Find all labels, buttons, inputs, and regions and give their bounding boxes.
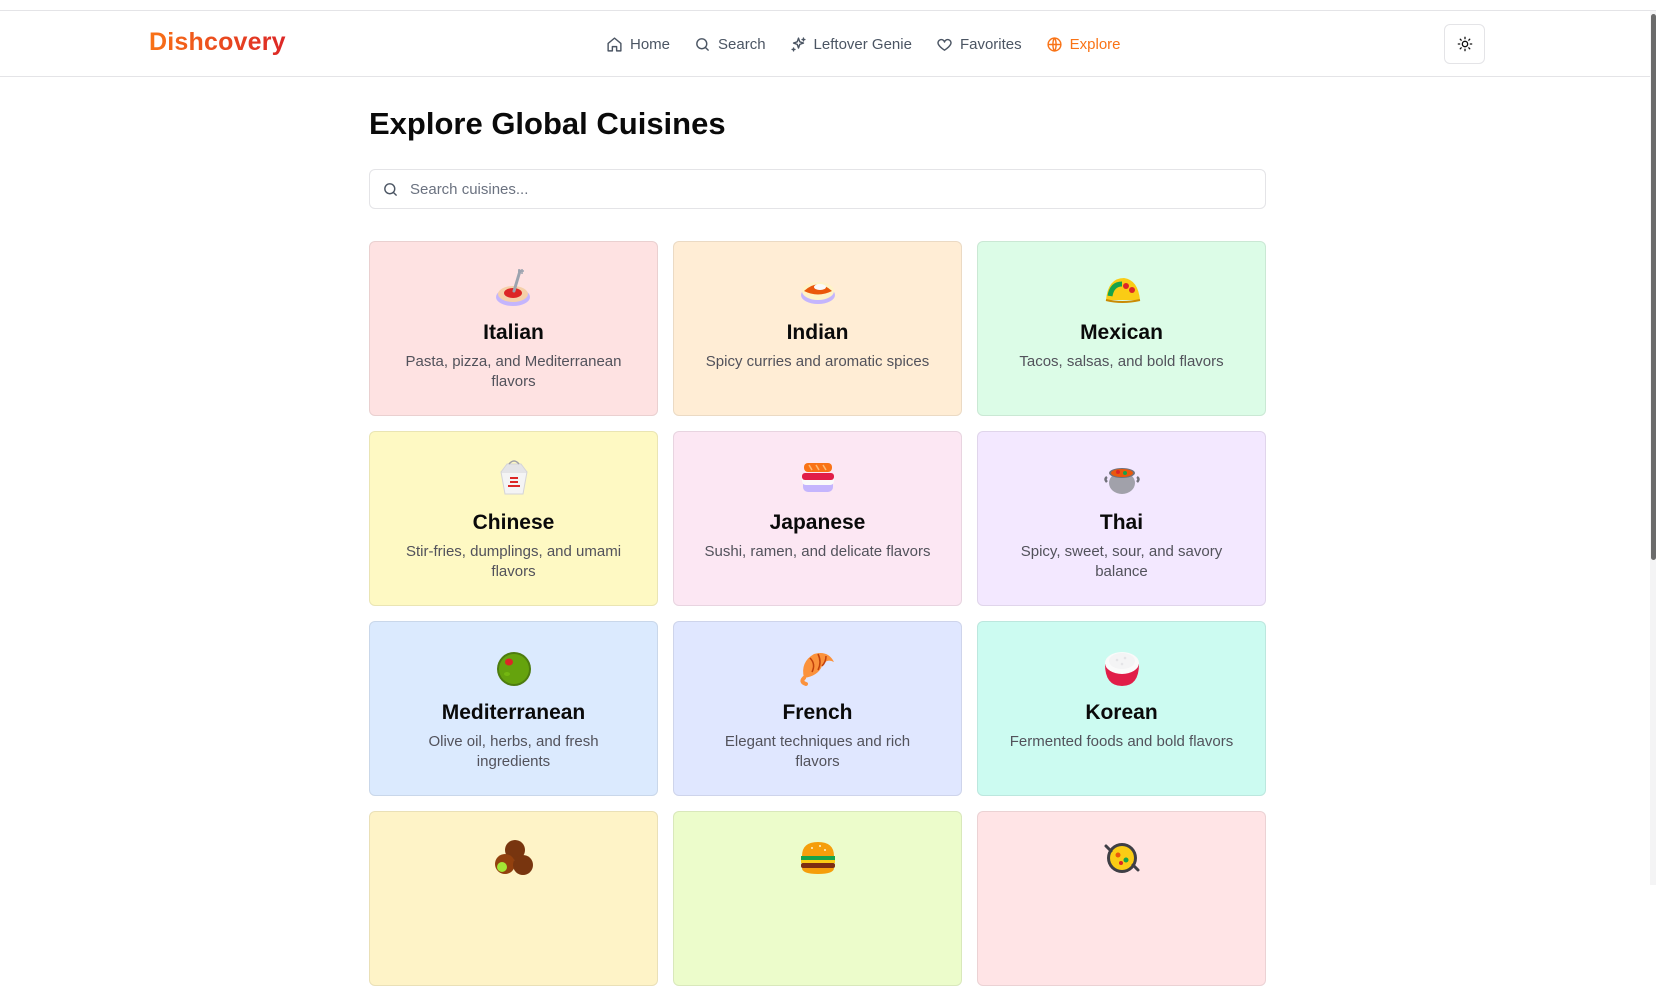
cuisine-name: Italian	[483, 321, 544, 344]
cuisine-description: Fermented foods and bold flavors	[1009, 733, 1234, 750]
nav-item-label: Leftover Genie	[813, 35, 912, 53]
browser-top-edge	[0, 0, 1656, 11]
nav-item-label: Favorites	[959, 35, 1022, 53]
cuisine-card-mexican[interactable]: Mexican Tacos, salsas, and bold flavors	[977, 241, 1266, 416]
cuisine-name: Korean	[1085, 701, 1158, 724]
cuisine-card-japanese[interactable]: Japanese Sushi, ramen, and delicate flav…	[673, 431, 962, 606]
cuisine-name: Mexican	[1080, 321, 1163, 344]
cuisine-name: Indian	[786, 321, 849, 344]
hamburger-icon	[674, 836, 961, 880]
cuisine-search-box	[369, 169, 1266, 209]
sun-icon	[1457, 36, 1472, 52]
sparkles-icon	[790, 36, 806, 52]
theme-toggle-button[interactable]	[1444, 24, 1485, 64]
croissant-icon	[674, 646, 961, 690]
pot-of-food-icon	[978, 456, 1265, 500]
nav-item-explore[interactable]: Explore	[1046, 36, 1121, 53]
cuisine-description: Spicy curries and aromatic spices	[705, 353, 930, 370]
page-title: Explore Global Cuisines	[369, 106, 726, 141]
nav-item-search[interactable]: Search	[694, 36, 766, 53]
cuisine-description: Spicy, sweet, sour, and savory balance	[1020, 543, 1223, 580]
cuisine-search-input[interactable]	[410, 170, 1250, 208]
cuisine-card-indian[interactable]: Indian Spicy curries and aromatic spices	[673, 241, 962, 416]
app-header: Dishcovery Home Search Leftover Genie Fa…	[0, 11, 1656, 77]
nav-item-home[interactable]: Home	[606, 36, 670, 53]
search-icon	[696, 37, 709, 51]
search-icon	[384, 183, 397, 196]
nav-item-label: Explore	[1069, 35, 1121, 53]
nav-item-leftover-genie[interactable]: Leftover Genie	[790, 36, 912, 53]
cuisine-description: Pasta, pizza, and Mediterranean flavors	[405, 353, 622, 390]
nav-item-label: Search	[718, 35, 766, 53]
rice-bowl-icon	[978, 646, 1265, 690]
cuisine-card-italian[interactable]: Italian Pasta, pizza, and Mediterranean …	[369, 241, 658, 416]
globe-icon	[1047, 36, 1062, 52]
cuisine-card-mediterranean[interactable]: Mediterranean Olive oil, herbs, and fres…	[369, 621, 658, 796]
taco-icon	[978, 266, 1265, 310]
brand-logo[interactable]: Dishcovery	[149, 28, 286, 57]
cuisine-description: Tacos, salsas, and bold flavors	[1019, 353, 1224, 370]
falafel-icon	[370, 836, 657, 880]
cuisine-card-10[interactable]	[369, 811, 658, 986]
cuisine-description: Olive oil, herbs, and fresh ingredients	[428, 733, 599, 770]
cuisine-name: Thai	[1099, 511, 1144, 534]
paella-icon	[978, 836, 1265, 880]
cuisine-name: French	[782, 701, 853, 724]
takeout-box-icon	[370, 456, 657, 500]
spaghetti-icon	[370, 266, 657, 310]
cuisine-card-korean[interactable]: Korean Fermented foods and bold flavors	[977, 621, 1266, 796]
cuisine-card-chinese[interactable]: Chinese Stir-fries, dumplings, and umami…	[369, 431, 658, 606]
olive-icon	[370, 646, 657, 690]
nav-item-favorites[interactable]: Favorites	[936, 36, 1022, 53]
nav-item-label: Home	[630, 35, 671, 53]
cuisine-name: Chinese	[472, 511, 555, 534]
cuisine-card-thai[interactable]: Thai Spicy, sweet, sour, and savory bala…	[977, 431, 1266, 606]
curry-rice-icon	[674, 266, 961, 310]
cuisine-description: Stir-fries, dumplings, and umami flavors	[405, 543, 622, 580]
sushi-icon	[674, 456, 961, 500]
cuisine-name: Japanese	[769, 511, 866, 534]
cuisine-card-french[interactable]: French Elegant techniques and rich flavo…	[673, 621, 962, 796]
heart-icon	[937, 38, 952, 51]
cuisine-description: Elegant techniques and rich flavors	[724, 733, 911, 770]
home-icon	[607, 36, 622, 52]
page-scrollbar-thumb[interactable]	[1651, 14, 1656, 560]
cuisine-name: Mediterranean	[441, 701, 586, 724]
cuisine-card-12[interactable]	[977, 811, 1266, 986]
main-nav: Home Search Leftover Genie Favorites Exp…	[606, 11, 1121, 77]
cuisine-description: Sushi, ramen, and delicate flavors	[704, 543, 931, 560]
cuisine-card-11[interactable]	[673, 811, 962, 986]
